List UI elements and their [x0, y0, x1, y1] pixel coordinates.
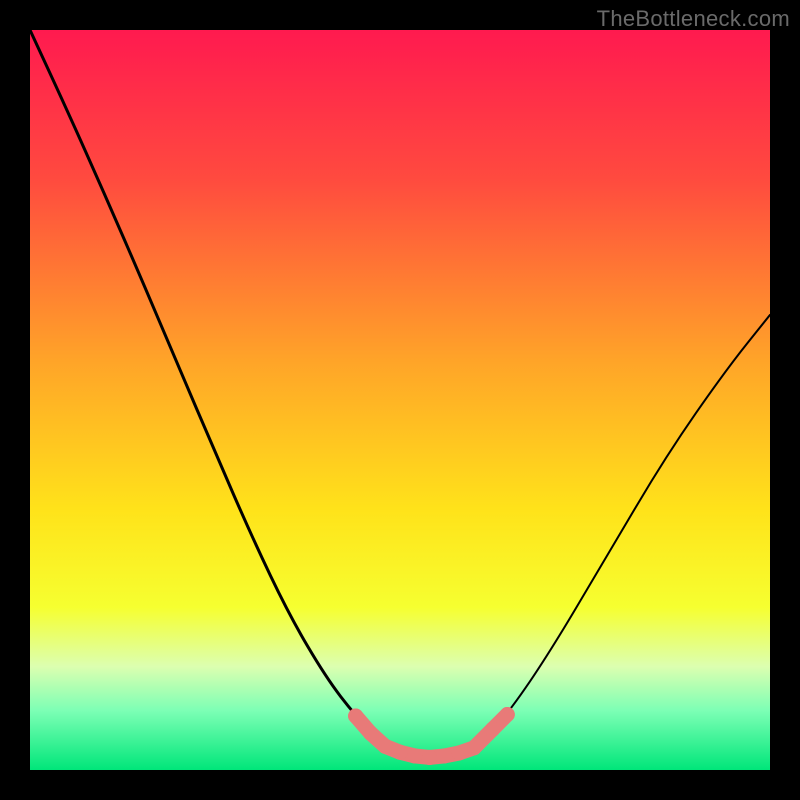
marker-dot — [500, 707, 515, 722]
marker-dot — [467, 740, 482, 755]
chart-stage: TheBottleneck.com — [0, 0, 800, 800]
marker-dot — [407, 748, 422, 763]
watermark-text: TheBottleneck.com — [597, 6, 790, 32]
marker-dot — [422, 750, 437, 765]
marker-dot — [437, 748, 452, 763]
marker-dot — [348, 708, 363, 723]
bottleneck-chart — [0, 0, 800, 800]
marker-dot — [378, 739, 393, 754]
gradient-plot-area — [30, 30, 770, 770]
marker-dot — [393, 745, 408, 760]
marker-dot — [363, 726, 378, 741]
marker-dot — [452, 745, 467, 760]
marker-dot — [485, 722, 500, 737]
